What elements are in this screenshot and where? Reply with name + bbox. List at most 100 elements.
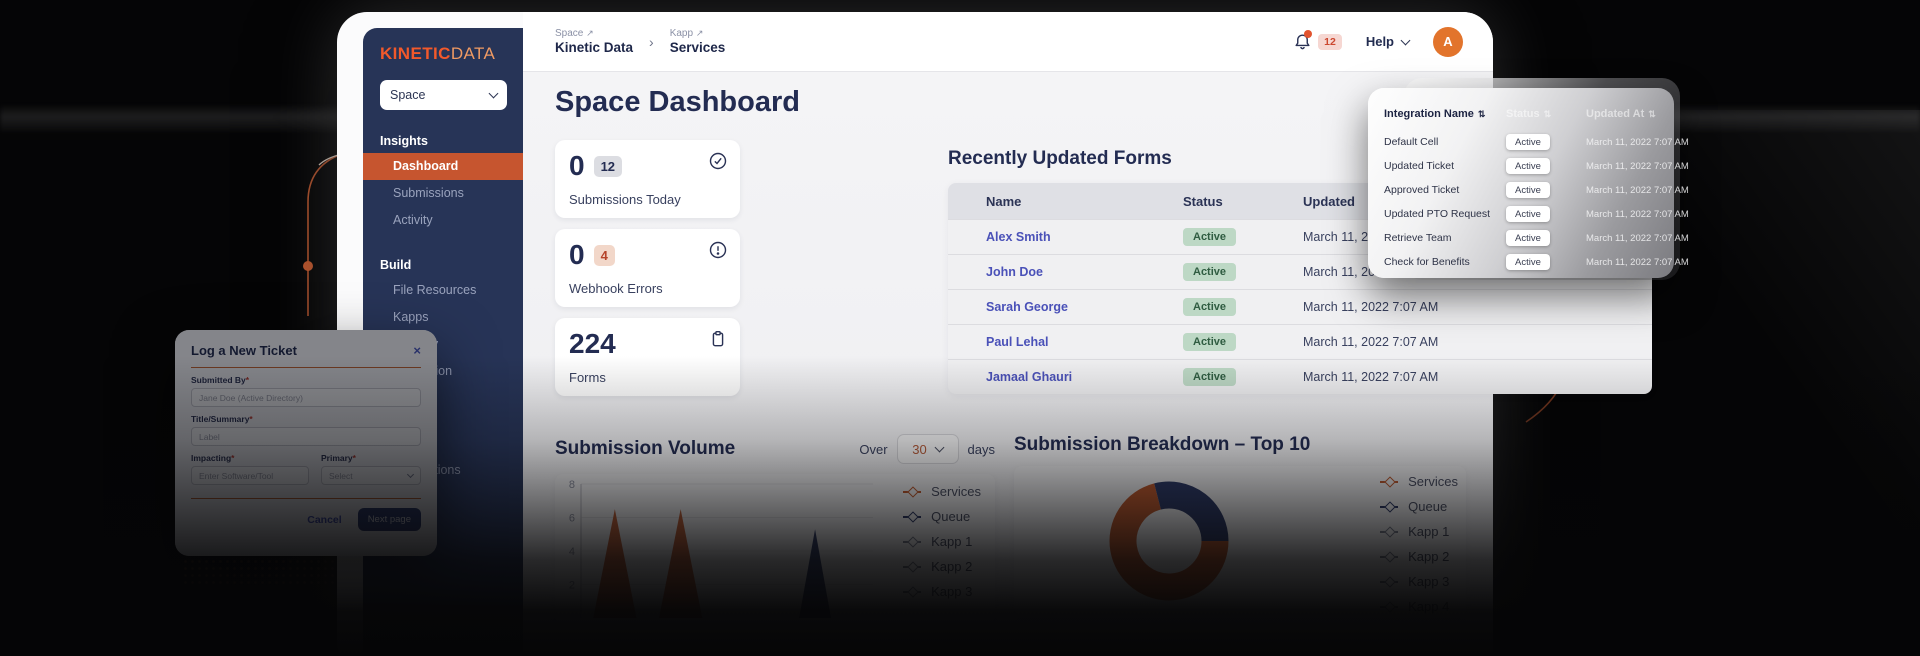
- sidebar-item-kapps[interactable]: Kapps: [363, 304, 523, 331]
- form-name-link[interactable]: John Doe: [986, 265, 1043, 279]
- sidebar-section-label-build: Build: [380, 258, 412, 272]
- donut-chart: [1102, 474, 1236, 608]
- legend-item-kapp-1[interactable]: Kapp 1: [1380, 524, 1458, 539]
- legend-label: Kapp 1: [931, 534, 973, 549]
- crumb-eyebrow: Space: [555, 28, 584, 39]
- integration-row[interactable]: Retrieve Team Active March 11, 2022 7:07 A…: [1368, 225, 1689, 249]
- external-link-icon: ↗: [695, 28, 704, 38]
- updated-timestamp: March 11, 2022 7:07 AM: [1303, 370, 1439, 384]
- sort-icon: ⇅: [1543, 109, 1552, 119]
- table-row[interactable]: Sarah George Active March 11, 2022 7:07 AM: [948, 289, 1652, 324]
- integration-name: Retrieve Team: [1384, 232, 1452, 244]
- legend-marker: [903, 565, 922, 568]
- stat-label: Webhook Errors: [569, 281, 663, 296]
- legend-label: Queue: [931, 509, 971, 524]
- days-label: days: [967, 441, 995, 457]
- chevron-down-icon: [1400, 35, 1411, 45]
- legend-marker: [1380, 480, 1399, 483]
- external-link-icon: ↗: [586, 28, 594, 38]
- form-name-link[interactable]: Jamaal Ghauri: [986, 370, 1072, 384]
- sidebar-item-file-resources[interactable]: File Resources: [363, 277, 523, 304]
- form-name-link[interactable]: Alex Smith: [986, 230, 1051, 244]
- status-badge: Active: [1183, 228, 1237, 246]
- top-bar: Space ↗ Kinetic Data › Kapp ↗ Services 1…: [523, 12, 1493, 72]
- integration-row[interactable]: Approved Ticket Active March 11, 2022 7:07…: [1368, 177, 1689, 201]
- sidebar-item-dashboard[interactable]: Dashboard: [363, 153, 523, 180]
- integration-sort-updated[interactable]: Updated At ⇅: [1586, 108, 1658, 120]
- legend-item-queue[interactable]: Queue: [1380, 499, 1458, 514]
- notification-count-badge: 12: [1318, 33, 1342, 50]
- stat-card-submissions-today: 0 12 Submissions Today: [555, 140, 740, 218]
- table-row[interactable]: Jamaal Ghauri Active March 11, 2022 7:07 A…: [948, 359, 1652, 394]
- content-area: Space ↗ Kinetic Data › Kapp ↗ Services 1…: [523, 12, 1652, 656]
- legend-item-kapp-1[interactable]: Kapp 1: [903, 534, 981, 549]
- status-badge: Active: [1183, 298, 1237, 316]
- integration-panel: Integration Name ⇅ Status ⇅ Updated At ⇅ De…: [1368, 88, 1689, 278]
- check-circle-icon: [708, 151, 728, 171]
- integration-updated-at: March 11, 2022 7:07 AM: [1586, 137, 1689, 148]
- integration-status-badge: Active: [1506, 158, 1550, 175]
- breakdown-title: Submission Breakdown – Top 10: [1014, 434, 1311, 455]
- column-header-name[interactable]: Name: [948, 194, 1183, 209]
- page-title: Space Dashboard: [555, 86, 800, 118]
- legend-marker: [903, 515, 922, 518]
- stat-value: 0: [569, 150, 585, 181]
- integration-sort-status[interactable]: Status ⇅: [1506, 108, 1586, 120]
- integration-header-row: Integration Name ⇅ Status ⇅ Updated At ⇅: [1368, 102, 1674, 126]
- breakdown-chart-card: Services Queue Kapp 1 Kapp 2 Kapp 3 Kapp 4: [1014, 466, 1466, 616]
- legend-marker: [903, 540, 922, 543]
- legend-label: Services: [931, 484, 981, 499]
- breadcrumb-kapp[interactable]: Kapp ↗ Services: [670, 28, 726, 55]
- integration-name: Default Cell: [1384, 136, 1439, 148]
- breadcrumb-space[interactable]: Space ↗ Kinetic Data: [555, 28, 633, 55]
- help-menu[interactable]: Help: [1366, 34, 1411, 49]
- legend-item-kapp-2[interactable]: Kapp 2: [903, 559, 981, 574]
- breakdown-legend: Services Queue Kapp 1 Kapp 2 Kapp 3 Kapp 4: [1380, 474, 1458, 614]
- logo-primary: KINETIC: [380, 44, 451, 63]
- legend-item-queue[interactable]: Queue: [903, 509, 981, 524]
- column-header-status[interactable]: Status: [1183, 194, 1303, 209]
- form-name-link[interactable]: Paul Lehal: [986, 335, 1049, 349]
- dashboard-body: Space Dashboard 0 12 Submissions Today 0 4 We…: [523, 72, 1652, 656]
- legend-item-kapp-2[interactable]: Kapp 2: [1380, 549, 1458, 564]
- integration-name: Approved Ticket: [1384, 184, 1460, 196]
- notifications-button[interactable]: 12: [1293, 30, 1342, 51]
- legend-item-kapp-3[interactable]: Kapp 3: [903, 584, 981, 599]
- legend-label: Kapp 2: [1408, 549, 1450, 564]
- legend-item-kapp-3[interactable]: Kapp 3: [1380, 574, 1458, 589]
- svg-text:4: 4: [569, 546, 575, 558]
- logo-secondary: DATA: [450, 44, 496, 63]
- sidebar-item-submissions[interactable]: Submissions: [363, 180, 523, 207]
- marketing-hero-scene: KINETICDATA Space Insights Dashboard Submi…: [0, 0, 1920, 656]
- stat-value: 224: [569, 328, 616, 359]
- stat-value: 0: [569, 239, 585, 270]
- status-badge: Active: [1183, 333, 1237, 351]
- legend-label: Queue: [1408, 499, 1448, 514]
- integration-row[interactable]: Check for Benefits Active March 11, 2022 7…: [1368, 249, 1689, 273]
- integration-row[interactable]: Default Cell Active March 11, 2022 7:07 AM: [1368, 129, 1689, 153]
- integration-row[interactable]: Updated Ticket Active March 11, 2022 7:07 …: [1368, 153, 1689, 177]
- range-select[interactable]: 30: [896, 434, 959, 464]
- range-control: Over 30 days: [859, 434, 995, 464]
- avatar[interactable]: A: [1433, 26, 1463, 57]
- table-row[interactable]: Paul Lehal Active March 11, 2022 7:07 AM: [948, 324, 1652, 359]
- space-select[interactable]: Space: [380, 80, 507, 110]
- integration-updated-at: March 11, 2022 7:07 AM: [1586, 233, 1689, 244]
- sidebar-item-activity[interactable]: Activity: [363, 207, 523, 234]
- status-badge: Active: [1183, 368, 1237, 386]
- breadcrumb: Space ↗ Kinetic Data › Kapp ↗ Services: [555, 28, 725, 55]
- integration-row[interactable]: Updated PTO Request Active March 11, 2022 …: [1368, 201, 1689, 225]
- legend-marker: [1380, 555, 1399, 558]
- legend-item-kapp-4[interactable]: Kapp 4: [1380, 599, 1458, 614]
- integration-updated-at: March 11, 2022 7:07 AM: [1586, 185, 1689, 196]
- legend-marker: [903, 590, 922, 593]
- legend-item-services[interactable]: Services: [1380, 474, 1458, 489]
- form-name-link[interactable]: Sarah George: [986, 300, 1068, 314]
- legend-label: Kapp 3: [1408, 574, 1450, 589]
- integration-name-header: Integration Name: [1384, 108, 1474, 120]
- space-select-value: Space: [390, 88, 426, 102]
- integration-sort-name[interactable]: Integration Name ⇅: [1384, 108, 1506, 120]
- integration-status-badge: Active: [1506, 206, 1550, 223]
- integration-updated-at: March 11, 2022 7:07 AM: [1586, 209, 1689, 220]
- legend-item-services[interactable]: Services: [903, 484, 981, 499]
